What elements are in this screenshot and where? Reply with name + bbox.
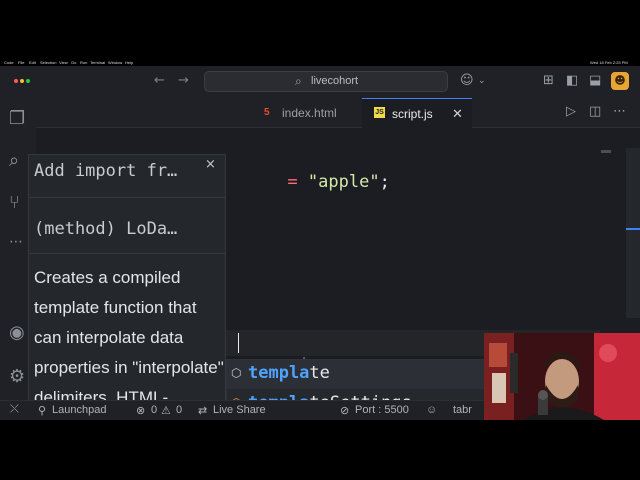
close-window-dot[interactable] [14,79,18,83]
webcam-feed [484,333,640,420]
punctuation-token: ; [379,172,390,192]
menubar-item[interactable]: Help [125,60,133,65]
split-editor-icon[interactable]: ◫ [589,104,601,119]
menubar-item[interactable]: Go [71,60,76,65]
menubar-item[interactable]: Selection [40,60,56,65]
hover-doc-text: Creates a compiled template function tha… [34,268,224,407]
chevron-down-icon[interactable]: ⌄ [478,76,486,86]
method-icon: ⬡ [231,366,242,380]
remote-indicator[interactable]: ⤬ [0,401,30,420]
tab-index-html[interactable]: 5 index.html [226,98,362,128]
menubar-item[interactable]: Terminal [90,60,105,65]
launchpad-icon[interactable]: ⚲ [38,404,46,417]
minimap-marker [601,150,611,153]
menubar-item[interactable]: File [18,60,24,65]
customize-layout-icon[interactable]: ⊞ [543,73,554,88]
run-icon[interactable]: ▷ [566,104,576,119]
explorer-icon[interactable]: ❐ [9,108,25,129]
forward-arrow-icon[interactable]: → [178,73,189,88]
copilot-status-icon[interactable]: ☺ [426,404,437,416]
string-token: "apple" [307,172,380,192]
suggestion-rest: te [309,363,330,383]
hover-documentation: Add import fr… × (method) LoDa… Creates … [28,154,226,420]
more-icon[interactable]: ⋯ [9,234,23,250]
menubar-item[interactable]: Edit [29,60,36,65]
liveshare-icon[interactable]: ⇄ [198,404,207,417]
account-icon[interactable]: ◉ [9,322,25,343]
menubar-clock: Wed 18 Feb 2:25 PM [590,60,628,65]
tab-label: index.html [282,106,337,120]
command-center[interactable]: ⌕ livecohort [204,71,448,92]
menubar-item[interactable]: Code [4,60,14,65]
source-control-icon[interactable]: ⑂ [9,192,20,213]
workspace-name: livecohort [311,75,359,87]
title-bar: ← → ⌕ livecohort ☺ ⌄ ⊞ ◧ ⬓ ☻ [0,66,640,98]
minimize-window-dot[interactable] [20,79,24,83]
webcam-overlay [484,333,640,420]
operator-token: = [287,172,308,192]
close-tab-icon[interactable]: ✕ [452,106,463,122]
warning-count[interactable]: 0 [176,404,182,416]
more-actions-icon[interactable]: ⋯ [613,104,626,119]
html5-icon: 5 [264,107,270,118]
editor-scrollbar[interactable] [626,148,640,318]
import-signature: Add import fr… [34,161,178,181]
error-icon[interactable]: ⊗ [136,404,145,417]
scrollbar-marker [626,228,640,230]
tabnine-label[interactable]: tabr [453,404,472,416]
toggle-sidebar-icon[interactable]: ◧ [566,73,578,88]
suggestion-match: templa [248,363,310,383]
tab-script-js[interactable]: JS script.js ✕ [362,98,472,128]
text-cursor [238,333,239,353]
account-avatar-icon[interactable]: ☻ [611,72,629,90]
hover-divider [29,253,225,254]
search-icon: ⌕ [295,74,302,88]
remote-icon: ⤬ [10,403,19,415]
launchpad-label[interactable]: Launchpad [52,404,106,416]
menubar-item[interactable]: View [59,60,68,65]
back-arrow-icon[interactable]: ← [154,73,165,88]
toggle-panel-icon[interactable]: ⬓ [589,73,601,88]
hover-divider [29,197,225,198]
liveshare-label[interactable]: Live Share [213,404,266,416]
menubar-item[interactable]: Run [80,60,87,65]
gear-icon[interactable]: ⚙ [9,366,25,387]
zoom-window-dot[interactable] [26,79,30,83]
search-icon[interactable]: ⌕ [9,150,19,171]
port-label[interactable]: Port : 5500 [355,404,409,416]
js-icon: JS [374,107,385,118]
broadcast-icon[interactable]: ⊘ [340,404,349,417]
macos-menubar: Code File Edit Selection View Go Run Ter… [0,59,640,66]
editor-tabs: 5 index.html JS script.js ✕ ▷ ◫ ⋯ [36,98,640,128]
method-signature: (method) LoDa… [34,219,178,239]
menubar-item[interactable]: Window [108,60,122,65]
error-count[interactable]: 0 [151,404,157,416]
copilot-icon[interactable]: ☺ [460,73,474,88]
warning-icon[interactable]: ⚠ [161,404,171,417]
close-icon[interactable]: × [205,157,216,172]
tab-label: script.js [392,107,433,121]
